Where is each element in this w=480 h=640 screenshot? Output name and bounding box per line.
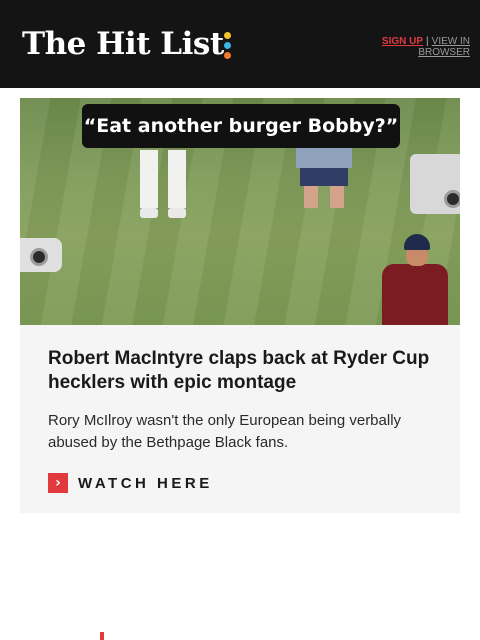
logo-dots-icon: [224, 32, 232, 60]
spectator-leg-right: [330, 186, 344, 208]
article-headline[interactable]: Robert MacIntyre claps back at Ryder Cup…: [48, 347, 432, 395]
left-shoe: [140, 208, 158, 218]
watch-here-button[interactable]: › WATCH HERE: [48, 473, 248, 493]
right-shoe: [168, 208, 186, 218]
yellow-dot-icon: [224, 32, 231, 39]
chevron-right-icon: ›: [48, 473, 68, 493]
brand-logo[interactable]: The Hit List: [22, 26, 224, 62]
link-separator: |: [426, 36, 429, 47]
next-section-marker: [100, 632, 104, 640]
golfer-figure: [372, 234, 452, 325]
article-card: “Eat another burger Bobby?” Robert MacIn…: [20, 98, 460, 513]
golfer-shirt: [382, 264, 448, 325]
header-links: SIGN UP | VIEW IN BROWSER: [360, 36, 470, 58]
golf-cart-right: [410, 154, 460, 214]
watch-here-label: WATCH HERE: [78, 474, 213, 492]
email-header: The Hit List SIGN UP | VIEW IN BROWSER: [0, 0, 480, 88]
golf-cart-left: [20, 238, 62, 272]
image-caption: “Eat another burger Bobby?”: [82, 104, 400, 148]
sign-up-link[interactable]: SIGN UP: [382, 36, 423, 47]
golfer-cap: [404, 234, 430, 250]
player-legs-left: [138, 150, 190, 220]
article-hero-image[interactable]: “Eat another burger Bobby?”: [20, 98, 460, 325]
article-summary: Rory McIlroy wasn't the only European be…: [48, 412, 402, 451]
spectator-leg-left: [304, 186, 318, 208]
right-leg: [168, 150, 186, 208]
blue-dot-icon: [224, 42, 231, 49]
cart-wheel: [444, 190, 460, 208]
spectator-shorts: [300, 168, 348, 186]
cart-wheel: [30, 248, 48, 266]
left-leg: [140, 150, 158, 208]
orange-dot-icon: [224, 52, 231, 59]
